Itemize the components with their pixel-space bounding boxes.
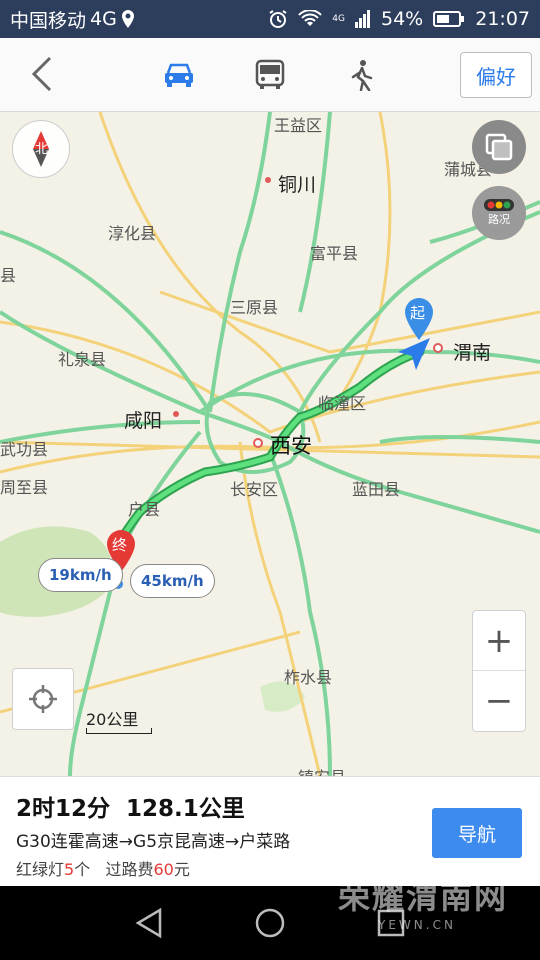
map-label-zhenan: 镇安县	[298, 764, 346, 776]
current-direction-icon	[398, 338, 430, 370]
status-right: 4G 54% 21:07	[268, 8, 530, 30]
scale-label: 20公里	[86, 710, 139, 729]
status-bar: 中国移动 4G 4G 54% 21:07	[0, 0, 540, 38]
traffic-lights-prefix: 红绿灯	[16, 860, 65, 879]
scale-bar	[86, 728, 152, 734]
map-label-sanyuan: 三原县	[230, 298, 279, 317]
map-label-tongchuan: 铜川	[278, 174, 317, 196]
toll-suffix: 元	[173, 860, 190, 879]
bus-icon	[255, 59, 285, 89]
mode-bus-button[interactable]	[248, 54, 292, 96]
map-label-wugong: 武功县	[0, 440, 49, 459]
map-label-chunhua: 淳化县	[108, 224, 157, 243]
traffic-toggle-button[interactable]: 路况	[472, 186, 526, 240]
map-view[interactable]: 王益区 铜川 蒲城县 淳化县 富平县 县 三原县 礼泉县 渭南 临潼区 咸阳 西…	[0, 112, 540, 776]
map-label-xian: 西安	[270, 434, 312, 458]
route-roads: G30连霍高速→G5京昆高速→户菜路	[16, 832, 291, 852]
route-duration-distance: 2时12分 128.1公里	[16, 789, 245, 823]
map-label-changan: 长安区	[230, 480, 279, 499]
map-label-xian-left: 县	[0, 266, 17, 285]
map-label-zhouzhi: 周至县	[0, 478, 49, 497]
mode-walk-button[interactable]	[340, 54, 384, 96]
signal-icon	[355, 10, 370, 28]
map-label-wangyi: 王益区	[274, 116, 323, 135]
mode-car-button[interactable]	[157, 54, 201, 96]
home-circle-icon[interactable]	[253, 906, 287, 940]
speed-bubble-left: 19km/h	[38, 558, 123, 592]
back-button[interactable]	[22, 54, 62, 94]
start-navigation-button[interactable]: 导航	[432, 808, 522, 858]
speed-bubble-right: 45km/h	[130, 564, 215, 598]
clock: 21:07	[475, 8, 530, 30]
network-type: 4G	[90, 8, 117, 30]
layers-icon	[485, 133, 513, 161]
route-summary-card[interactable]: 2时12分 128.1公里 G30连霍高速→G5京昆高速→户菜路 红绿灯5个 过…	[0, 776, 540, 886]
carrier-group: 中国移动 4G	[10, 6, 135, 33]
watermark-title: 荣耀渭南网	[338, 878, 509, 916]
layers-button[interactable]	[472, 120, 526, 174]
map-label-weinan: 渭南	[453, 342, 492, 364]
traffic-lights-count: 5	[64, 860, 75, 879]
map-label-zhashui: 柞水县	[284, 668, 333, 687]
toll-prefix: 过路费	[105, 860, 154, 879]
map-label-huxian: 户县	[128, 500, 161, 519]
map-label-lantian: 蓝田县	[352, 480, 401, 499]
traffic-lights-suffix: 个	[74, 860, 91, 879]
traffic-light-icon	[484, 199, 514, 211]
route-distance: 128.1公里	[126, 796, 245, 822]
location-icon	[121, 10, 134, 28]
screen: 中国移动 4G 4G 54% 21:07 偏好 王益区 铜川 蒲城县 淳化县 富…	[0, 0, 540, 960]
car-icon	[165, 63, 193, 87]
top-nav: 偏好	[0, 38, 540, 112]
map-label-xianyang: 咸阳	[124, 410, 163, 432]
carrier-name: 中国移动	[10, 9, 87, 32]
map-label-fuping: 富平县	[310, 244, 359, 263]
locate-me-button[interactable]	[12, 668, 74, 730]
traffic-label: 路况	[488, 213, 510, 226]
compass-button[interactable]: 北	[12, 120, 70, 178]
wifi-icon	[298, 10, 323, 26]
battery-icon	[433, 11, 465, 27]
alarm-icon	[269, 10, 287, 28]
toll-amount: 60	[153, 860, 174, 879]
watermark-logo: 荣耀渭南网 YEWN.CN	[338, 872, 508, 932]
route-duration: 2时12分	[16, 796, 111, 822]
zoom-in-button[interactable]: +	[473, 611, 525, 671]
route-info: 红绿灯5个 过路费60元	[16, 856, 190, 880]
end-marker-label: 终	[112, 536, 128, 554]
chevron-left-icon	[31, 56, 52, 92]
watermark-domain: YEWN.CN	[378, 918, 456, 932]
zoom-control: + −	[472, 610, 526, 732]
start-marker-label: 起	[410, 304, 426, 322]
zoom-out-button[interactable]: −	[473, 671, 525, 731]
signal-tag: 4G	[332, 14, 345, 24]
map-label-liquan: 礼泉县	[58, 350, 107, 369]
crosshair-icon	[29, 685, 57, 713]
compass-label: 北	[35, 142, 49, 157]
back-triangle-icon[interactable]	[132, 906, 166, 940]
battery-percent: 54%	[381, 8, 424, 30]
preferences-button[interactable]: 偏好	[460, 52, 532, 98]
map-label-lintong: 临潼区	[318, 394, 367, 413]
walk-icon	[351, 60, 373, 91]
